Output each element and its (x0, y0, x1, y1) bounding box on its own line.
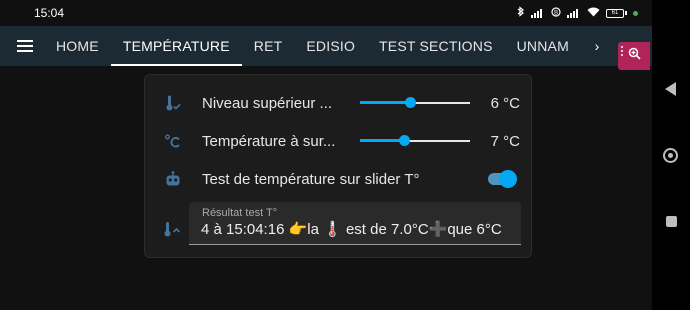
drag-handle-icon (621, 46, 623, 56)
bluetooth-icon (517, 6, 525, 20)
robot-icon (163, 169, 183, 189)
thermometer-check-icon (163, 93, 183, 113)
upper-level-slider[interactable] (360, 97, 470, 108)
test-toggle-switch[interactable] (487, 169, 517, 189)
slider-fill (360, 139, 404, 142)
battery-icon: 61 (606, 8, 627, 18)
view-tabs: HOME TEMPÉRATURE RET EDISIO TEST SECTION… (44, 26, 590, 66)
entity-label: Température à sur... (202, 132, 336, 150)
tab-edisio[interactable]: EDISIO (294, 26, 367, 66)
battery-level: 61 (606, 8, 624, 18)
home-icon[interactable] (663, 148, 678, 163)
result-text-field[interactable]: Résultat test T° 4 à 15:04:16 👉la 🌡️ est… (189, 202, 521, 245)
recent-apps-icon[interactable] (666, 216, 677, 227)
status-time: 15:04 (34, 6, 65, 20)
thermometer-chevron-up-icon (163, 219, 183, 239)
system-navigation-bar (652, 0, 690, 310)
privacy-indicator-icon (633, 10, 638, 16)
tab-ret[interactable]: RET (242, 26, 295, 66)
entity-value: 6 °C (490, 94, 520, 112)
tabs-scroll-right-icon[interactable]: › (590, 38, 604, 54)
cell-signal-2-icon (567, 8, 581, 18)
entity-row-test-toggle: Test de température sur slider T° (145, 163, 533, 195)
wifi-icon (587, 7, 600, 20)
entity-label: Niveau supérieur ... (202, 94, 333, 112)
zoom-button[interactable] (618, 42, 650, 70)
entities-card: Niveau supérieur ... 6 °C Température à … (144, 74, 532, 258)
celsius-icon (163, 131, 183, 151)
slider-thumb[interactable] (399, 135, 410, 146)
status-bar: 15:04 B 61 (0, 0, 652, 26)
tab-temperature[interactable]: TEMPÉRATURE (110, 26, 242, 66)
entity-row-upper-level: Niveau supérieur ... 6 °C (145, 87, 533, 119)
result-field-label: Résultat test T° (202, 207, 278, 219)
data-icon: B (551, 6, 561, 20)
svg-text:B: B (554, 9, 558, 16)
app-toolbar: HOME TEMPÉRATURE RET EDISIO TEST SECTION… (0, 26, 652, 66)
status-icons: B 61 (517, 6, 638, 20)
cell-signal-icon (531, 8, 545, 18)
tab-unnamed[interactable]: UNNAM (505, 26, 569, 66)
back-icon[interactable] (665, 82, 676, 96)
menu-icon[interactable] (0, 26, 44, 66)
app-window: 15:04 B 61 HOME TEMPÉRATURE RET EDISIO T… (0, 0, 652, 310)
entity-label: Test de température sur slider T° (202, 170, 420, 188)
slider-thumb[interactable] (405, 97, 416, 108)
entity-row-temperature: Température à sur... 7 °C (145, 125, 533, 157)
entity-value: 7 °C (490, 132, 520, 150)
slider-fill (360, 101, 410, 104)
tab-home[interactable]: HOME (44, 26, 111, 66)
temperature-slider[interactable] (360, 135, 470, 146)
result-field-value[interactable]: 4 à 15:04:16 👉la 🌡️ est de 7.0°C➕que 6°C (201, 220, 502, 238)
zoom-in-icon (628, 47, 641, 65)
tab-test-sections[interactable]: TEST SECTIONS (367, 26, 505, 66)
